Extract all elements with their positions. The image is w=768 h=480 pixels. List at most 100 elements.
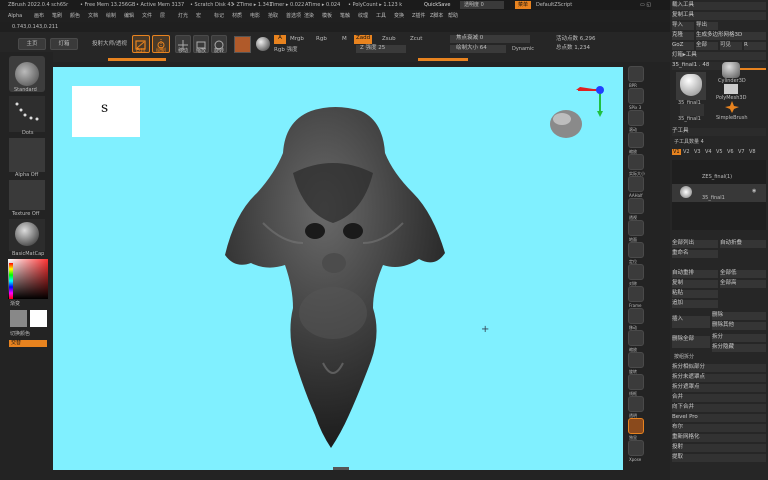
menu-item[interactable]: 层 [160,13,165,19]
split-button[interactable]: 拆分 [712,334,766,342]
view-tool-button[interactable]: 透视 [628,198,644,220]
canvas-scroll-handle[interactable] [333,467,349,470]
view-tool-button[interactable]: 滚动 [628,110,644,132]
cylinder-thumb-icon[interactable] [722,62,740,78]
sculpt-model[interactable] [223,103,453,453]
color-picker[interactable] [8,259,48,299]
simplebrush-icon[interactable] [724,100,740,114]
menu-item[interactable]: 工具 [376,13,386,19]
copy-tool-button[interactable]: 复制工具 [672,12,766,20]
split-masked-button[interactable]: 拆分遮罩点 [672,384,766,392]
append-button[interactable]: 追加 [672,300,718,308]
secondary-color-swatch[interactable] [10,310,27,327]
bevel-pro-button[interactable]: Bevel Pro [672,414,766,422]
m-toggle[interactable]: M [342,36,347,43]
menu-item[interactable]: 文件 [142,13,152,19]
version-v1[interactable]: V1 [672,149,681,155]
goz-button[interactable]: GoZ [672,42,694,50]
view-tool-button[interactable]: 线框 [628,374,644,396]
make-polymesh-button[interactable]: 生成多边形网格3D [696,32,766,40]
delete-all-button[interactable]: 删除全部 [672,336,710,348]
delete-button[interactable]: 删除 [712,312,766,320]
alpha-button[interactable] [9,138,45,172]
copy-button[interactable]: 复制 [672,280,718,288]
texture-button[interactable] [9,180,45,210]
lightbox-button[interactable]: 灯箱 [50,38,78,50]
merge-button[interactable]: 合并 [672,394,766,402]
window-controls-icon[interactable]: ▭ ◱ [640,2,651,8]
insert-button[interactable]: 插入 [672,316,710,328]
document-canvas[interactable]: s + [53,67,623,470]
import-button[interactable]: 导入 [672,22,694,30]
navigation-thumbnail[interactable]: s [72,86,140,137]
home-button[interactable]: 主页 [18,38,46,50]
menu-item[interactable]: Z插件 [412,13,425,19]
menu-item[interactable]: 绘制 [106,13,116,19]
menu-item[interactable]: 颜色 [70,13,80,19]
version-v5[interactable]: V5 [716,149,723,155]
menu-item[interactable]: 模板 [322,13,332,19]
load-tool-button[interactable]: 载入工具 [672,2,766,10]
menu-item[interactable]: 文档 [88,13,98,19]
z-intensity-slider[interactable]: Z 强度 25 [356,45,406,53]
menu-item[interactable]: 电影 [250,13,260,19]
list-item-active[interactable]: 35_final1 ◉ [672,184,766,202]
zcut-toggle[interactable]: Zcut [410,36,422,43]
move-button[interactable]: 移动 [175,35,191,54]
view-tool-button[interactable]: 缩放 [628,330,644,352]
auto-reorder-button[interactable]: 自动重排 [672,270,718,278]
menu-item[interactable]: 笔刷 [52,13,62,19]
scale-button[interactable]: 缩放 [193,35,209,54]
version-v6[interactable]: V6 [727,149,734,155]
clone-button[interactable]: 克隆 [672,32,694,40]
menu-item[interactable]: 纹理 [358,13,368,19]
split-hidden-button[interactable]: 拆分隐藏 [712,344,766,352]
view-tool-button[interactable]: 移动 [628,308,644,330]
draw-size-slider[interactable]: 绘制大小 64 [450,45,506,53]
merge-down-button[interactable]: 向下合并 [672,404,766,412]
menu-button[interactable]: 菜单 [515,1,532,9]
split-similar-button[interactable]: 拆分相似部分 [672,364,766,372]
all-button[interactable]: 全部 [696,42,718,50]
lightbox-tools-button[interactable]: 灯箱▸工具 [672,52,766,60]
delete-other-button[interactable]: 删除其他 [712,322,766,330]
menu-item[interactable]: 变换 [394,13,404,19]
orientation-cube-icon[interactable] [548,107,586,141]
switch-color-button[interactable]: 切换颜色 [10,331,30,337]
menu-item[interactable]: 笔触 [340,13,350,19]
tool-thumb-35-final[interactable] [676,72,706,100]
rgb-toggle[interactable]: Rgb [316,36,327,43]
alternate-button[interactable]: 交替 [9,340,47,347]
transparency-slider[interactable]: 透明度 0 [460,1,504,9]
rotate-button[interactable]: 旋转 [211,35,227,54]
view-tool-button[interactable]: 旋转 [628,352,644,374]
boolean-button[interactable]: 布尔 [672,424,766,432]
list-item[interactable]: ZES_final(1) [672,170,766,184]
menu-item[interactable]: 帮助 [448,13,458,19]
view-tool-button[interactable]: Xpose [628,440,644,462]
view-tool-button[interactable]: BPR [628,66,644,88]
view-tool-button[interactable]: 对称 [628,264,644,286]
visibility-eye-icon[interactable]: ◉ [752,188,756,194]
rename-button[interactable]: 重命名 [672,250,718,258]
split-unmasked-button[interactable]: 拆分未遮罩点 [672,374,766,382]
view-tool-button[interactable]: 独显 [628,418,644,440]
r-button[interactable]: R [744,42,766,50]
version-v2[interactable]: V2 [683,149,690,155]
quicksave-button[interactable]: QuickSave [424,2,450,8]
focal-shift-slider[interactable]: 焦点衰减 0 [450,35,530,43]
menu-item[interactable]: Alpha [8,13,22,19]
polymesh-thumb-icon[interactable] [724,84,738,94]
projection-master-button[interactable]: 投射大师/透视 [92,41,127,48]
view-tool-button[interactable]: 缩放 [628,132,644,154]
dynamic-toggle[interactable]: Dynamic [512,46,534,52]
a-toggle[interactable]: A [274,35,286,44]
menu-item[interactable]: Z脚本 [430,13,443,19]
list-all-button[interactable]: 全部列出 [672,240,718,248]
version-v8[interactable]: V8 [749,149,756,155]
version-v3[interactable]: V3 [694,149,701,155]
menu-item[interactable]: 首选项 [286,13,301,19]
view-tool-button[interactable]: SPix 3 [628,88,644,110]
view-tool-button[interactable]: 地面 [628,220,644,242]
all-high-button[interactable]: 全部高 [720,280,766,288]
